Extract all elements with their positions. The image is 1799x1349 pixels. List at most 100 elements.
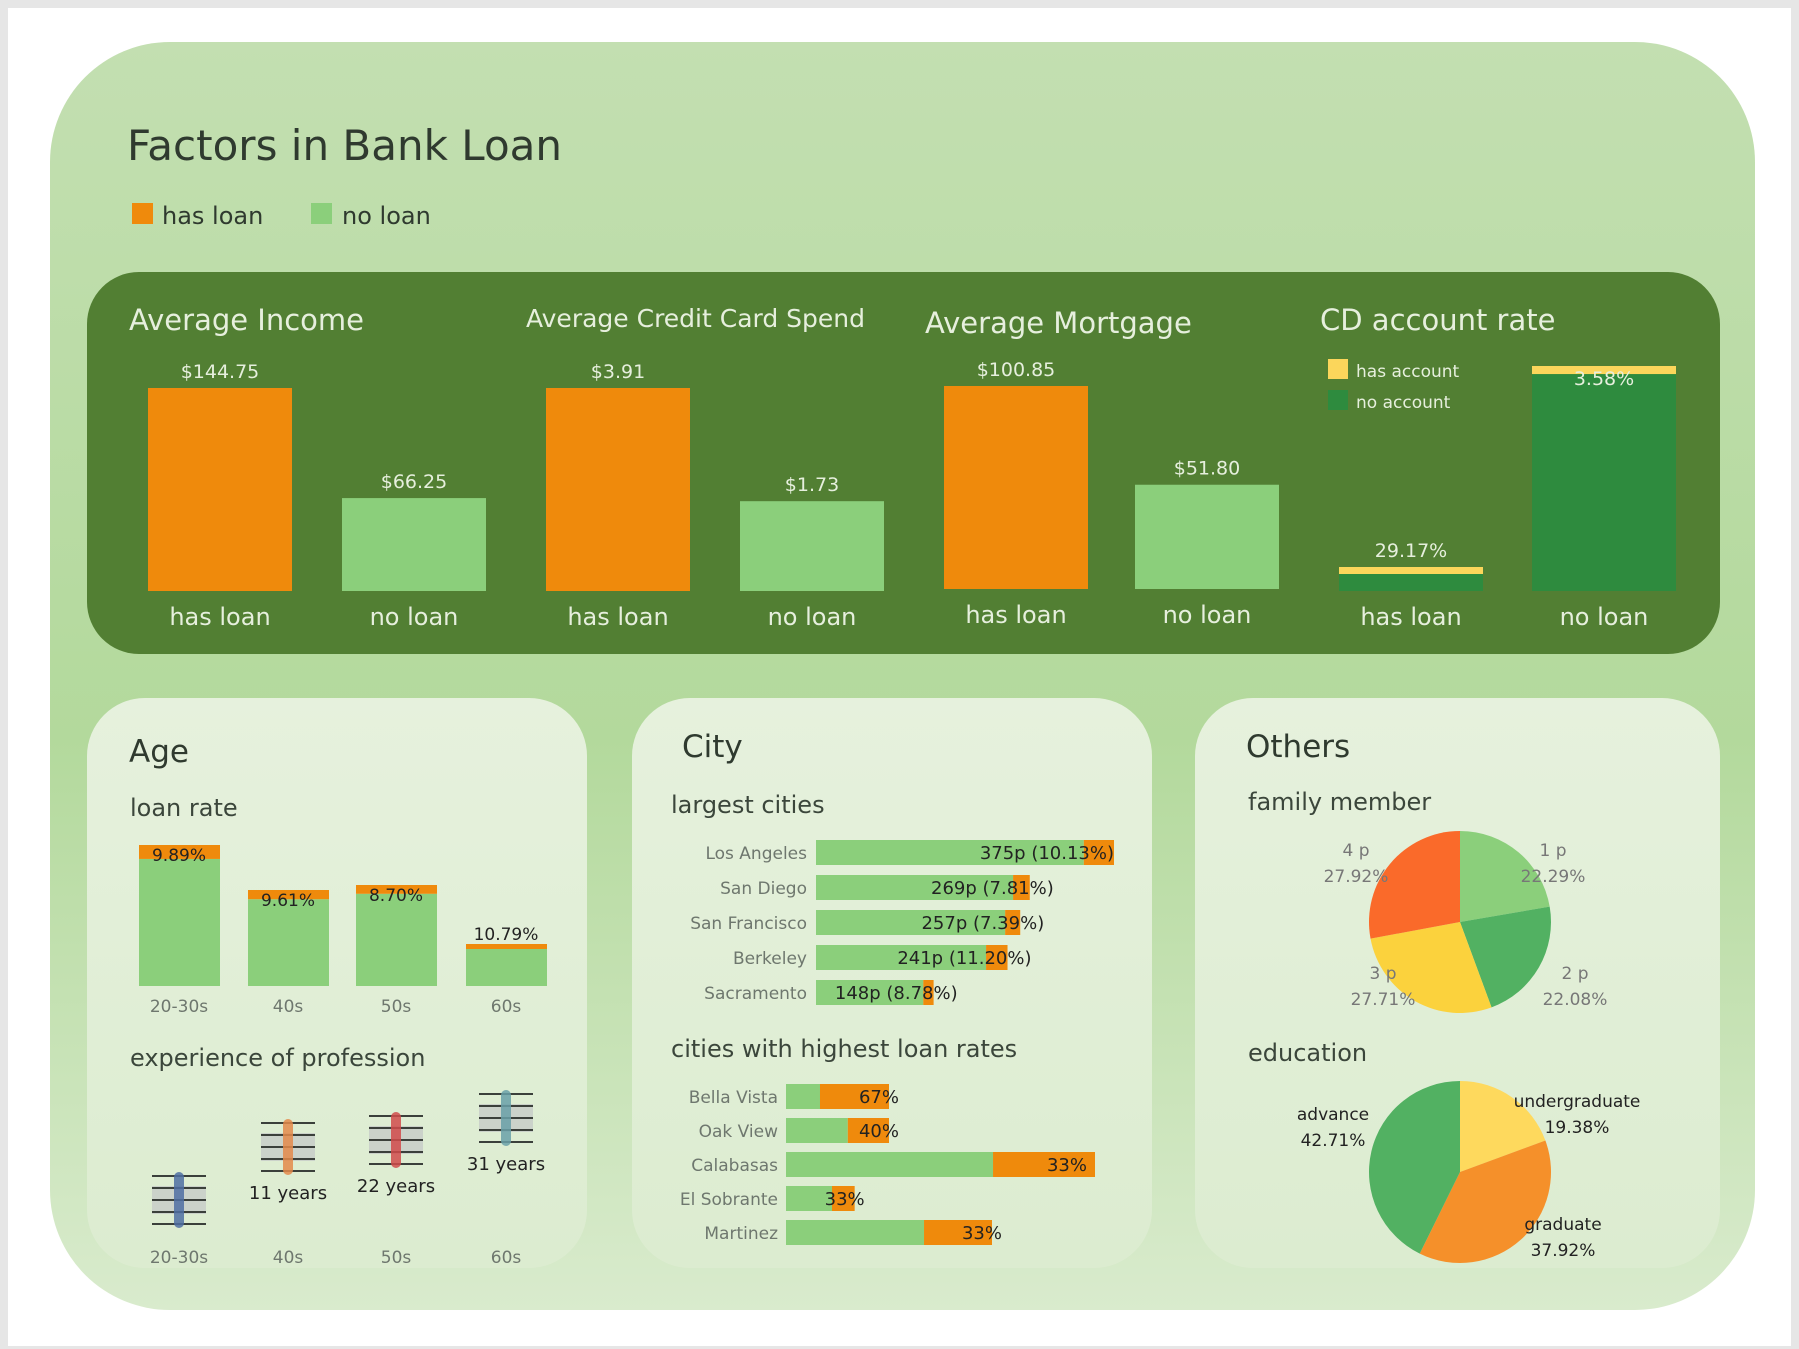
dashboard-canvas: Factors in Bank Loan has loan no loan Av…	[8, 8, 1791, 1346]
loan-rate-label: 9.89%	[152, 846, 206, 866]
legend-label-no-account: no account	[1356, 393, 1451, 413]
bar-has-loan	[944, 386, 1088, 589]
city-value-label: 257p (7.39%)	[921, 913, 1044, 934]
highest-rates-chart-title: cities with highest loan rates	[671, 1035, 1017, 1063]
largest-cities-chart-title: largest cities	[671, 791, 825, 819]
cd-chart-title: CD account rate	[1320, 303, 1555, 337]
loan-rate-label: 10.79%	[474, 925, 539, 945]
legend-swatch-no-account	[1328, 390, 1348, 410]
city-bar-no-loan	[786, 1118, 848, 1143]
age-group-label: 50s	[381, 997, 412, 1017]
pie-category-label: 2 p	[1561, 964, 1588, 984]
loan-rate-bar-no-loan	[466, 949, 547, 986]
city-name-label: Oak View	[699, 1122, 778, 1142]
legend-swatch-has-account	[1328, 359, 1348, 379]
experience-value-label: 31 years	[467, 1154, 545, 1175]
pie-category-label: 4 p	[1342, 841, 1369, 861]
category-label: has loan	[169, 603, 270, 631]
legend-label-no-loan[interactable]: no loan	[342, 202, 431, 230]
family-chart-title: family member	[1248, 788, 1431, 816]
city-name-label: Martinez	[704, 1224, 778, 1244]
city-name-label: Bella Vista	[689, 1088, 778, 1108]
age-panel-title: Age	[129, 734, 189, 770]
city-name-label: Berkeley	[733, 949, 807, 969]
legend-label-has-loan[interactable]: has loan	[162, 202, 263, 230]
category-label: has loan	[567, 603, 668, 631]
legend-label-has-account: has account	[1356, 362, 1460, 382]
legend-swatch-has-loan	[132, 203, 153, 224]
age-group-label: 60s	[491, 997, 522, 1017]
city-value-label: 269p (7.81%)	[931, 878, 1054, 899]
category-label: no loan	[1560, 603, 1649, 631]
loan-rate-label: 9.61%	[261, 891, 315, 911]
age-group-label: 60s	[491, 1248, 522, 1268]
rate-value-label: 33%	[1047, 1155, 1087, 1176]
category-label: has loan	[1360, 603, 1461, 631]
loan-rate-bar-no-loan	[248, 899, 329, 986]
rate-value-label: 33%	[962, 1223, 1002, 1244]
income-chart-title: Average Income	[129, 303, 364, 337]
pie-value-label: 22.29%	[1521, 867, 1586, 887]
pie-category-label: graduate	[1524, 1215, 1601, 1235]
experience-marker	[501, 1090, 511, 1146]
loan-rate-chart-title: loan rate	[130, 794, 238, 822]
city-panel-title: City	[682, 729, 743, 765]
pie-value-label: 27.71%	[1351, 990, 1416, 1010]
city-value-label: 148p (8.78%)	[835, 983, 958, 1004]
city-name-label: Calabasas	[691, 1156, 778, 1176]
mortgage-chart-title: Average Mortgage	[925, 306, 1192, 340]
cd-bar-has-account	[1339, 567, 1483, 575]
pie-value-label: 19.38%	[1545, 1118, 1610, 1138]
pie-value-label: 42.71%	[1301, 1131, 1366, 1151]
education-chart-title: education	[1248, 1039, 1367, 1067]
age-group-label: 40s	[273, 997, 304, 1017]
experience-chart-title: experience of profession	[130, 1044, 425, 1072]
bar-no-loan	[1135, 484, 1279, 589]
cd-bar-no-account	[1532, 374, 1676, 591]
city-bar-no-loan	[786, 1220, 925, 1245]
bar-no-loan	[740, 501, 884, 591]
category-label: no loan	[1163, 601, 1252, 629]
pie-category-label: advance	[1297, 1105, 1369, 1125]
bar-value-label: $100.85	[977, 359, 1056, 381]
bar-no-loan	[342, 498, 486, 591]
city-name-label: El Sobrante	[680, 1190, 778, 1210]
bar-value-label: $3.91	[591, 361, 645, 383]
city-value-label: 241p (11.20%)	[897, 948, 1031, 969]
experience-value-label: 11 years	[249, 1183, 327, 1204]
experience-marker	[391, 1112, 401, 1168]
rate-value-label: 40%	[859, 1121, 899, 1142]
pie-category-label: 1 p	[1539, 841, 1566, 861]
bar-value-label: $66.25	[381, 471, 447, 493]
city-name-label: Los Angeles	[705, 844, 807, 864]
category-label: has loan	[965, 601, 1066, 629]
others-panel-title: Others	[1246, 729, 1350, 765]
city-name-label: San Diego	[720, 879, 807, 899]
bar-value-label: $144.75	[181, 361, 260, 383]
city-name-label: San Francisco	[690, 914, 807, 934]
loan-rate-label: 8.70%	[369, 886, 423, 906]
pie-category-label: undergraduate	[1514, 1092, 1641, 1112]
age-group-label: 20-30s	[150, 1248, 208, 1268]
dashboard-title: Factors in Bank Loan	[127, 121, 562, 170]
bar-value-label: $1.73	[785, 474, 839, 496]
age-group-label: 40s	[273, 1248, 304, 1268]
pie-value-label: 22.08%	[1543, 990, 1608, 1010]
pie-value-label: 27.92%	[1324, 867, 1389, 887]
bar-has-loan	[546, 388, 690, 591]
legend-swatch-no-loan	[311, 203, 332, 224]
pie-value-label: 37.92%	[1531, 1241, 1596, 1261]
loan-rate-bar-no-loan	[139, 858, 220, 986]
category-label: no loan	[370, 603, 459, 631]
bar-value-label: $51.80	[1174, 458, 1240, 480]
experience-marker	[174, 1172, 184, 1228]
cd-bar-no-account	[1339, 574, 1483, 591]
city-bar-no-loan	[786, 1084, 820, 1109]
cc-chart-title: Average Credit Card Spend	[526, 304, 865, 333]
age-group-label: 50s	[381, 1248, 412, 1268]
experience-value-label: 22 years	[357, 1176, 435, 1197]
city-bar-no-loan	[786, 1152, 994, 1177]
cd-rate-label: 3.58%	[1574, 368, 1634, 390]
rate-value-label: 67%	[859, 1087, 899, 1108]
rate-value-label: 33%	[825, 1189, 865, 1210]
